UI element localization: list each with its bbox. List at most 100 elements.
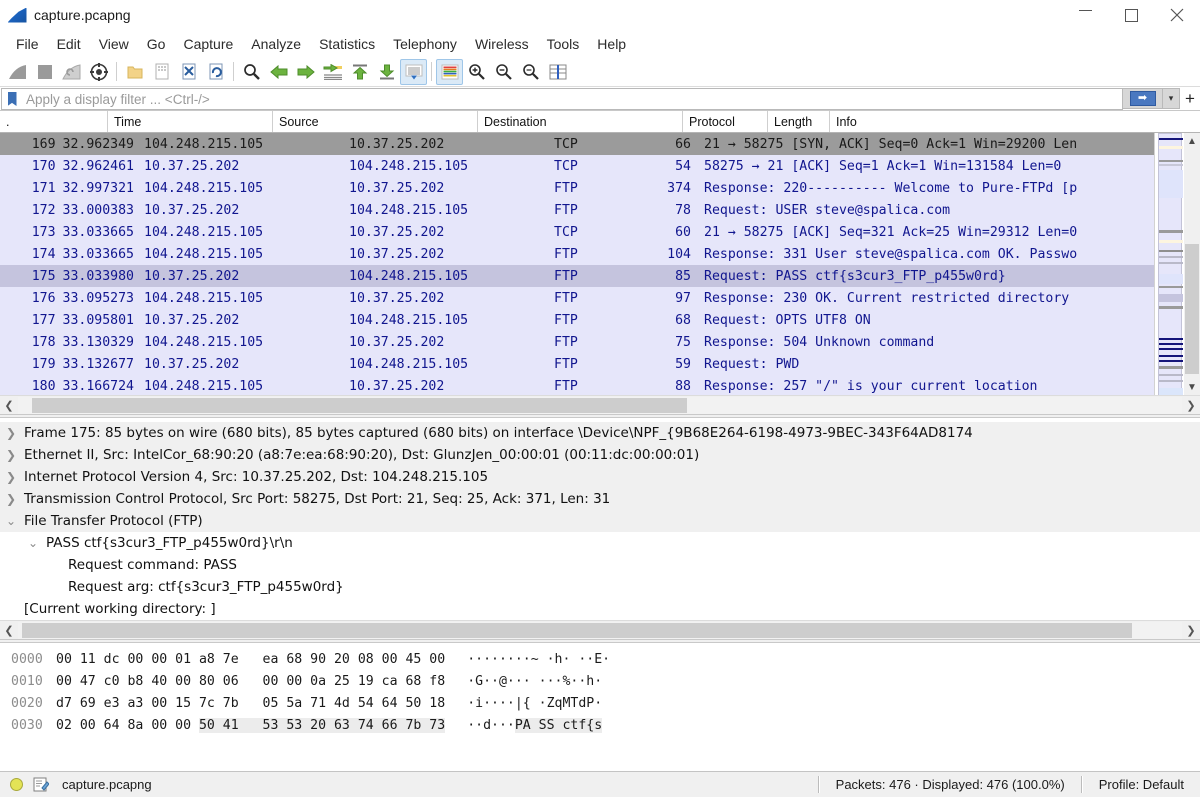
hex-byte[interactable]: 00: [175, 674, 199, 689]
reload-file-icon[interactable]: [202, 59, 229, 85]
chevron-right-icon[interactable]: ❯: [0, 426, 22, 440]
hex-byte[interactable]: 74: [357, 717, 382, 733]
hex-row[interactable]: 0020 d7 69 e3 a3 00 15 7c 7b 05 5a 71 4d…: [0, 692, 1200, 714]
column-header-protocol[interactable]: Protocol: [683, 111, 768, 132]
open-file-icon[interactable]: [121, 59, 148, 85]
chevron-down-icon[interactable]: ⌄: [22, 536, 44, 550]
hex-byte[interactable]: 40: [151, 674, 175, 689]
scroll-down-icon[interactable]: ▼: [1184, 379, 1200, 395]
stop-capture-icon[interactable]: [31, 59, 58, 85]
scroll-left-icon[interactable]: ❮: [0, 624, 18, 637]
hex-byte[interactable]: 00: [151, 652, 175, 667]
detail-row-ipv4[interactable]: ❯ Internet Protocol Version 4, Src: 10.3…: [0, 466, 1200, 488]
hex-row[interactable]: 0010 00 47 c0 b8 40 00 80 06 00 00 0a 25…: [0, 670, 1200, 692]
table-row[interactable]: 170 32.962461 10.37.25.202 104.248.215.10…: [0, 155, 1154, 177]
hex-byte[interactable]: 7b: [405, 717, 430, 733]
hex-byte[interactable]: 00: [56, 652, 80, 667]
status-profile[interactable]: Profile: Default: [1083, 777, 1200, 792]
detail-row-cwd[interactable]: [Current working directory: ]: [0, 598, 1200, 620]
column-header-no[interactable]: .: [0, 111, 108, 132]
hex-byte[interactable]: dc: [104, 652, 128, 667]
go-to-first-packet-icon[interactable]: [346, 59, 373, 85]
go-forward-icon[interactable]: [292, 59, 319, 85]
hex-byte[interactable]: 73: [429, 717, 446, 733]
restart-capture-icon[interactable]: [58, 59, 85, 85]
hex-byte[interactable]: 90: [310, 652, 334, 667]
detail-row-frame[interactable]: ❯ Frame 175: 85 bytes on wire (680 bits)…: [0, 422, 1200, 444]
zoom-in-icon[interactable]: [463, 59, 490, 85]
column-header-info[interactable]: Info: [830, 111, 1200, 132]
hex-byte[interactable]: 68: [286, 652, 310, 667]
close-button[interactable]: [1154, 0, 1200, 30]
hex-byte[interactable]: a3: [127, 696, 151, 711]
hex-row[interactable]: 0030 02 00 64 8a 00 00 50 41 53 53 20 63…: [0, 714, 1200, 736]
hex-byte[interactable]: 41: [222, 717, 263, 733]
hscroll-thumb[interactable]: [22, 622, 1132, 638]
hex-byte[interactable]: 69: [80, 696, 104, 711]
go-back-icon[interactable]: [265, 59, 292, 85]
hex-byte[interactable]: ea: [263, 652, 287, 667]
menu-item-help[interactable]: Help: [588, 33, 635, 55]
apply-filter-button[interactable]: ➡: [1123, 88, 1163, 109]
resize-columns-icon[interactable]: [544, 59, 571, 85]
hex-byte[interactable]: 20: [334, 652, 358, 667]
bookmark-icon[interactable]: [2, 92, 22, 106]
hex-byte[interactable]: 50: [198, 717, 223, 733]
hex-byte[interactable]: 80: [199, 674, 223, 689]
capture-options-icon[interactable]: [85, 59, 112, 85]
save-file-icon[interactable]: [148, 59, 175, 85]
hex-byte[interactable]: e3: [104, 696, 128, 711]
table-row[interactable]: 174 33.033665 104.248.215.105 10.37.25.20…: [0, 243, 1154, 265]
hex-byte[interactable]: 00: [80, 718, 104, 733]
column-header-time[interactable]: Time: [108, 111, 273, 132]
hex-byte[interactable]: 53: [262, 717, 287, 733]
column-header-length[interactable]: Length: [768, 111, 830, 132]
detail-row-pass-line[interactable]: ⌄ PASS ctf{s3cur3_FTP_p455w0rd}\r\n: [0, 532, 1200, 554]
menu-item-capture[interactable]: Capture: [174, 33, 242, 55]
hex-byte[interactable]: 00: [263, 674, 287, 689]
hex-byte[interactable]: 54: [358, 696, 382, 711]
minimize-button[interactable]: [1062, 0, 1108, 30]
hex-byte[interactable]: 45: [405, 652, 429, 667]
hex-byte[interactable]: ca: [382, 674, 406, 689]
hex-byte[interactable]: f8: [429, 674, 445, 689]
hex-byte[interactable]: 01: [175, 652, 199, 667]
hex-byte[interactable]: 68: [405, 674, 429, 689]
hex-byte[interactable]: 00: [175, 718, 199, 733]
table-row[interactable]: 178 33.130329 104.248.215.105 10.37.25.20…: [0, 331, 1154, 353]
chevron-right-icon[interactable]: ❯: [0, 470, 22, 484]
hex-byte[interactable]: 06: [223, 674, 263, 689]
display-filter-input[interactable]: Apply a display filter ... <Ctrl-/>: [1, 88, 1123, 110]
table-row[interactable]: 177 33.095801 10.37.25.202 104.248.215.10…: [0, 309, 1154, 331]
hex-byte[interactable]: 05: [263, 696, 287, 711]
menu-item-view[interactable]: View: [90, 33, 138, 55]
table-row[interactable]: 179 33.132677 10.37.25.202 104.248.215.10…: [0, 353, 1154, 375]
hex-byte[interactable]: d7: [56, 696, 80, 711]
menu-item-telephony[interactable]: Telephony: [384, 33, 466, 55]
find-packet-icon[interactable]: [238, 59, 265, 85]
packet-list-hscrollbar[interactable]: ❮ ❯: [0, 395, 1200, 414]
hex-byte[interactable]: 02: [56, 718, 80, 733]
zoom-out-icon[interactable]: [490, 59, 517, 85]
hex-byte[interactable]: 25: [334, 674, 358, 689]
hex-byte[interactable]: 64: [382, 696, 406, 711]
hex-byte[interactable]: 20: [310, 717, 334, 733]
capture-ready-icon[interactable]: [10, 778, 23, 791]
packet-details-pane[interactable]: ❯ Frame 175: 85 bytes on wire (680 bits)…: [0, 418, 1200, 620]
vscroll-thumb[interactable]: [1185, 244, 1199, 374]
table-row[interactable]: 171 32.997321 104.248.215.105 10.37.25.20…: [0, 177, 1154, 199]
go-to-last-packet-icon[interactable]: [373, 59, 400, 85]
detail-row-ftp[interactable]: ⌄ File Transfer Protocol (FTP): [0, 510, 1200, 532]
hex-byte[interactable]: a8: [199, 652, 223, 667]
hex-byte[interactable]: 5a: [286, 696, 310, 711]
packet-details-hscrollbar[interactable]: ❮ ❯: [0, 620, 1200, 639]
column-header-destination[interactable]: Destination: [478, 111, 683, 132]
hex-byte[interactable]: 00: [151, 696, 175, 711]
hex-byte[interactable]: c0: [104, 674, 128, 689]
menu-item-file[interactable]: File: [7, 33, 48, 55]
table-row[interactable]: 180 33.166724 104.248.215.105 10.37.25.20…: [0, 375, 1154, 395]
menu-item-go[interactable]: Go: [138, 33, 175, 55]
chevron-right-icon[interactable]: ❯: [0, 492, 22, 506]
maximize-button[interactable]: [1108, 0, 1154, 30]
vscroll-track[interactable]: [1184, 149, 1200, 379]
